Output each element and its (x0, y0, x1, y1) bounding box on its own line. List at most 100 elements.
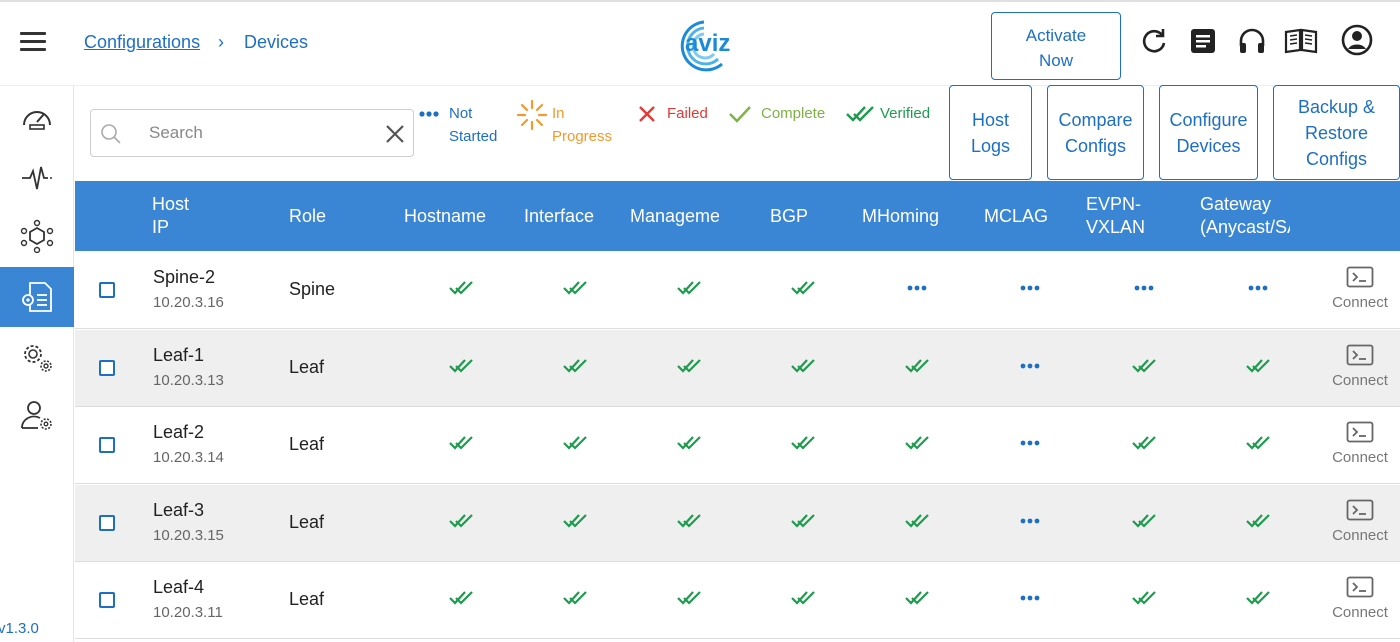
sidebar-item-monitoring[interactable] (0, 148, 74, 208)
sidebar-item-dashboard[interactable] (0, 88, 74, 148)
breadcrumb-separator: › (218, 32, 224, 52)
device-hostname: Leaf-4 (153, 577, 205, 597)
terminal-icon (1346, 421, 1374, 443)
verified-double-check-icon (903, 586, 931, 610)
row-checkbox[interactable] (99, 360, 115, 376)
configure-label-line1: Configure (1169, 109, 1248, 130)
refresh-icon[interactable] (1139, 26, 1169, 56)
verified-double-check-icon (675, 509, 703, 533)
verified-double-check-icon (903, 354, 931, 378)
verified-double-check-icon (1244, 586, 1272, 610)
sidebar-item-user-settings[interactable] (0, 386, 74, 446)
verified-double-check-icon (1130, 586, 1158, 610)
verified-double-check-icon (789, 276, 817, 300)
legend-verified: Verified (880, 105, 931, 122)
host-logs-button[interactable]: Host Logs (949, 85, 1032, 180)
activate-now-button[interactable]: Activate Now (991, 12, 1121, 80)
verified-double-check-icon (447, 276, 475, 300)
not-started-icon (419, 111, 439, 117)
backup-restore-configs-button[interactable]: Backup & Restore Configs (1273, 85, 1400, 180)
connect-button[interactable]: Connect (1325, 421, 1395, 471)
connect-button[interactable]: Connect (1325, 266, 1395, 316)
verified-double-check-icon (789, 354, 817, 378)
column-mclag[interactable]: MCLAG (984, 181, 1064, 251)
row-checkbox[interactable] (99, 592, 115, 608)
verified-double-check-icon (1244, 354, 1272, 378)
compare-label-line1: Compare (1058, 109, 1133, 130)
column-host-ip[interactable]: Host IP (152, 181, 272, 251)
verified-double-check-icon (447, 431, 475, 455)
book-icon[interactable] (1284, 26, 1318, 56)
column-host-label: Host (152, 194, 190, 214)
device-hostname: Leaf-1 (153, 345, 205, 365)
column-interface[interactable]: Interface (524, 181, 624, 251)
backup-label-line1: Backup & (1297, 96, 1376, 117)
not-started-dots-icon (903, 276, 931, 300)
column-role[interactable]: Role (289, 181, 379, 251)
activate-label-line1: Activate (1025, 26, 1087, 45)
legend-not-started-line2: Started (449, 128, 498, 145)
column-anycast-label: (Anycast/SAG) (1200, 217, 1290, 237)
legend-in-progress: In Progress (552, 102, 612, 148)
connect-button[interactable]: Connect (1325, 344, 1395, 394)
verified-double-check-icon (789, 586, 817, 610)
sidebar-item-topology[interactable] (0, 206, 74, 266)
row-checkbox[interactable] (99, 282, 115, 298)
device-ip: 10.20.3.15 (153, 527, 224, 544)
not-started-dots-icon (1016, 431, 1044, 455)
headset-icon[interactable] (1237, 26, 1267, 56)
host-logs-label-line1: Host (971, 109, 1009, 130)
device-ip: 10.20.3.16 (153, 294, 224, 311)
user-account-icon[interactable] (1341, 24, 1373, 56)
terminal-icon (1346, 266, 1374, 288)
search-input[interactable] (149, 120, 369, 146)
verified-double-check-icon (903, 431, 931, 455)
breadcrumb-configurations[interactable]: Configurations (84, 32, 200, 53)
device-hostname: Leaf-2 (153, 422, 205, 442)
compare-configs-button[interactable]: Compare Configs (1047, 85, 1144, 180)
verified-double-check-icon (846, 106, 874, 122)
activate-label-line2: Now (1038, 51, 1073, 70)
column-management[interactable]: Management (630, 181, 719, 251)
column-gateway[interactable]: Gateway (Anycast/SAG) (1200, 181, 1290, 251)
pulse-icon (22, 166, 52, 190)
not-started-dots-icon (1016, 509, 1044, 533)
column-evpn-label: EVPN- (1086, 194, 1142, 214)
notes-icon[interactable] (1188, 26, 1218, 56)
close-icon[interactable] (383, 122, 407, 146)
device-hostname: Spine-2 (153, 267, 216, 287)
config-document-icon (22, 282, 52, 312)
user-gear-icon (21, 401, 52, 430)
column-hostname[interactable]: Hostname (404, 181, 514, 251)
connect-button[interactable]: Connect (1325, 499, 1395, 549)
device-ip: 10.20.3.14 (153, 449, 224, 466)
verified-double-check-icon (1244, 509, 1272, 533)
sidebar-item-configurations[interactable] (0, 267, 74, 327)
column-ip-label: IP (152, 217, 170, 237)
verified-double-check-icon (447, 586, 475, 610)
device-role: Leaf (289, 589, 325, 609)
column-bgp[interactable]: BGP (770, 181, 830, 251)
sidebar-item-settings[interactable] (0, 327, 74, 387)
verified-double-check-icon (903, 509, 931, 533)
breadcrumb-devices: Devices (244, 32, 309, 52)
connect-button[interactable]: Connect (1325, 576, 1395, 626)
not-started-dots-icon (1244, 276, 1272, 300)
verified-double-check-icon (675, 276, 703, 300)
terminal-icon (1346, 576, 1374, 598)
menu-icon[interactable] (20, 32, 46, 52)
column-evpn-vxlan[interactable]: EVPN- VXLAN (1086, 181, 1176, 251)
legend-complete: Complete (761, 105, 826, 122)
backup-label-line2: Restore (1304, 122, 1368, 143)
configure-devices-button[interactable]: Configure Devices (1159, 85, 1258, 180)
column-gateway-label: Gateway (1200, 194, 1272, 214)
column-mhoming[interactable]: MHoming (862, 181, 962, 251)
connect-label: Connect (1332, 527, 1388, 544)
backup-label-line3: Configs (1305, 148, 1367, 169)
terminal-icon (1346, 344, 1374, 366)
verified-double-check-icon (561, 354, 589, 378)
verified-double-check-icon (561, 276, 589, 300)
row-checkbox[interactable] (99, 515, 115, 531)
device-ip: 10.20.3.11 (153, 604, 223, 621)
row-checkbox[interactable] (99, 437, 115, 453)
